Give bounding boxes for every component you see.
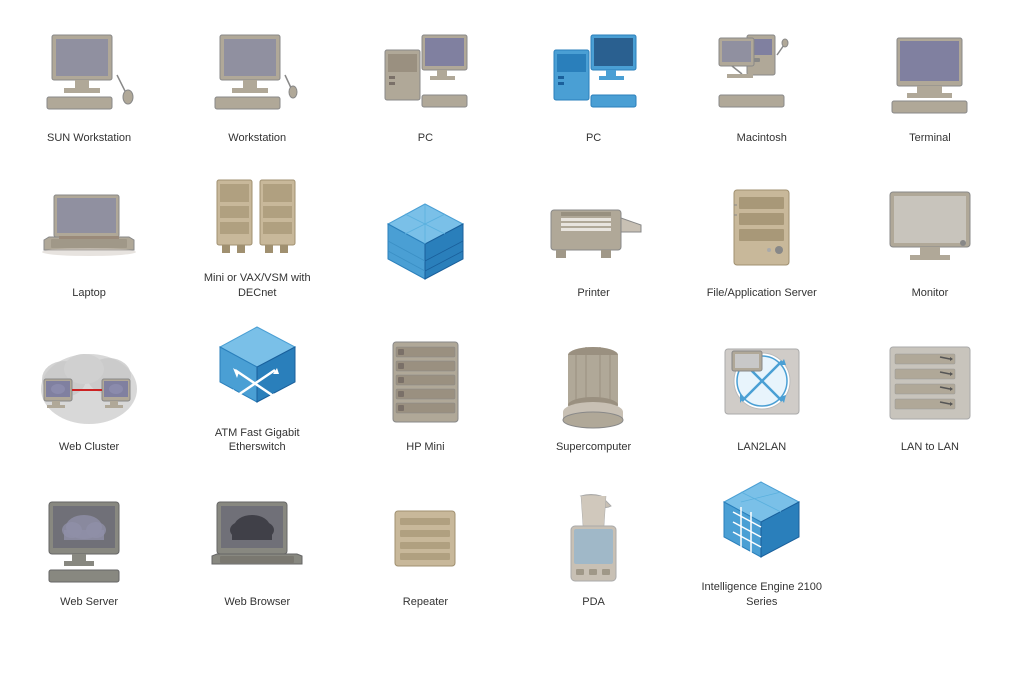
icon-laptop	[34, 180, 144, 280]
item-sun-workstation[interactable]: SUN Workstation	[10, 20, 168, 150]
item-workstation[interactable]: Workstation	[178, 20, 336, 150]
icon-macintosh	[707, 25, 817, 125]
item-web-browser[interactable]: Web Browser	[178, 469, 336, 614]
icon-pda	[539, 489, 649, 589]
item-pc-blue[interactable]: PC	[515, 20, 673, 150]
icon-intelligence-engine	[707, 474, 817, 574]
icon-supercomputer	[539, 334, 649, 434]
label-supercomputer: Supercomputer	[556, 440, 631, 454]
icon-terminal	[875, 25, 985, 125]
label-web-browser: Web Browser	[224, 595, 290, 609]
label-sun-workstation: SUN Workstation	[47, 131, 131, 145]
item-lan-to-lan[interactable]: LAN to LAN	[851, 315, 1009, 460]
icon-web-browser	[202, 489, 312, 589]
icon-pc-blue	[539, 25, 649, 125]
label-repeater: Repeater	[403, 595, 448, 609]
item-lan2lan[interactable]: LAN2LAN	[683, 315, 841, 460]
item-pc-gray[interactable]: PC	[346, 20, 504, 150]
item-repeater[interactable]: Repeater	[346, 469, 504, 614]
item-file-server[interactable]: File/Application Server	[683, 160, 841, 305]
icon-workstation	[202, 25, 312, 125]
item-pda[interactable]: PDA	[515, 469, 673, 614]
icon-pc-gray	[370, 25, 480, 125]
icon-sun-workstation	[34, 25, 144, 125]
label-mini-vax: Mini or VAX/VSM with DECnet	[192, 271, 322, 300]
label-file-server: File/Application Server	[707, 286, 817, 300]
label-pc-blue: PC	[586, 131, 601, 145]
label-atm-gigabit: ATM Fast Gigabit Etherswitch	[192, 426, 322, 455]
label-intelligence-engine: Intelligence Engine 2100 Series	[697, 580, 827, 609]
label-pda: PDA	[582, 595, 605, 609]
item-web-cluster[interactable]: Web Cluster	[10, 315, 168, 460]
item-laptop[interactable]: Laptop	[10, 160, 168, 305]
item-web-server[interactable]: Web Server	[10, 469, 168, 614]
icon-grid: SUN Workstation Workstation	[0, 0, 1019, 634]
label-terminal: Terminal	[909, 131, 951, 145]
label-printer: Printer	[577, 286, 609, 300]
icon-mini-vax	[202, 165, 312, 265]
label-lan2lan: LAN2LAN	[737, 440, 786, 454]
label-web-cluster: Web Cluster	[59, 440, 119, 454]
item-intelligence-engine[interactable]: Intelligence Engine 2100 Series	[683, 469, 841, 614]
label-pc-gray: PC	[418, 131, 433, 145]
item-hp-mini[interactable]: HP Mini	[346, 315, 504, 460]
label-laptop: Laptop	[72, 286, 106, 300]
item-macintosh[interactable]: Macintosh	[683, 20, 841, 150]
label-macintosh: Macintosh	[737, 131, 787, 145]
item-terminal[interactable]: Terminal	[851, 20, 1009, 150]
icon-lan-to-lan	[875, 334, 985, 434]
icon-web-server	[34, 489, 144, 589]
item-mini-vax[interactable]: Mini or VAX/VSM with DECnet	[178, 160, 336, 305]
item-monitor[interactable]: Monitor	[851, 160, 1009, 305]
item-supercomputer[interactable]: Supercomputer	[515, 315, 673, 460]
icon-printer	[539, 180, 649, 280]
icon-web-cluster	[34, 334, 144, 434]
item-printer[interactable]: Printer	[515, 160, 673, 305]
label-workstation: Workstation	[228, 131, 286, 145]
label-monitor: Monitor	[912, 286, 949, 300]
icon-atm-gigabit	[202, 320, 312, 420]
item-blue-cube[interactable]	[346, 160, 504, 305]
icon-file-server	[707, 180, 817, 280]
label-hp-mini: HP Mini	[406, 440, 444, 454]
icon-blue-cube	[370, 194, 480, 294]
icon-monitor	[875, 180, 985, 280]
icon-hp-mini	[370, 334, 480, 434]
label-lan-to-lan: LAN to LAN	[901, 440, 959, 454]
item-atm-gigabit[interactable]: ATM Fast Gigabit Etherswitch	[178, 315, 336, 460]
icon-repeater	[370, 489, 480, 589]
label-web-server: Web Server	[60, 595, 118, 609]
icon-lan2lan	[707, 334, 817, 434]
